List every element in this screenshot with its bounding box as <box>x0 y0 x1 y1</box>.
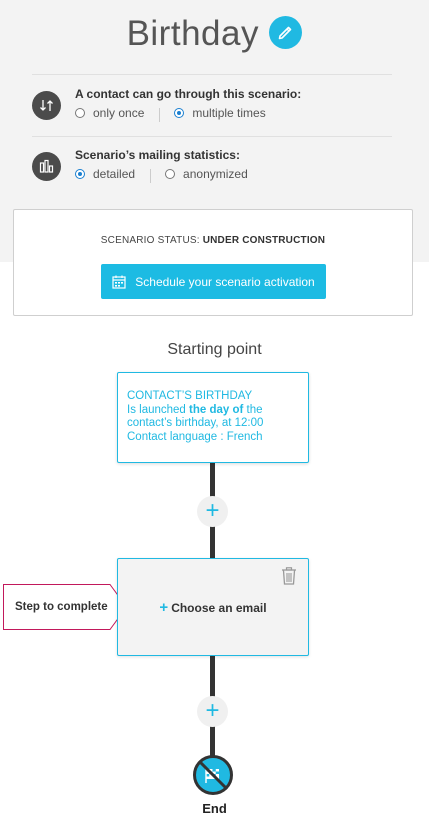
divider <box>159 107 161 122</box>
calendar-icon <box>112 275 126 289</box>
passage-option: A contact can go through this scenario: … <box>32 85 402 129</box>
radio-multiple-times[interactable]: multiple times <box>174 106 266 120</box>
trigger-card[interactable]: CONTACT’S BIRTHDAY Is launched the day o… <box>117 372 309 463</box>
end-label: End <box>202 801 227 816</box>
scenario-status: SCENARIO STATUS: UNDER CONSTRUCTION <box>14 235 412 246</box>
radio-label: multiple times <box>192 106 266 120</box>
choose-email-button[interactable]: + Choose an email <box>118 599 308 616</box>
statistics-radio-group: detailed anonymized <box>75 167 248 183</box>
status-value: UNDER CONSTRUCTION <box>202 235 326 246</box>
trigger-line-1: Is launched the day of the <box>127 403 263 416</box>
radio-label: anonymized <box>183 167 248 181</box>
status-prefix: SCENARIO STATUS: <box>100 235 200 246</box>
schedule-activation-button[interactable]: Schedule your scenario activation <box>101 264 326 299</box>
arrows-updown-icon <box>32 91 61 120</box>
pencil-icon <box>279 26 292 39</box>
plus-icon: + <box>159 599 169 616</box>
add-step-button[interactable]: + <box>197 496 228 527</box>
radio-dot <box>75 108 85 118</box>
radio-label: only once <box>93 106 145 120</box>
plus-icon: + <box>205 697 220 724</box>
radio-dot <box>165 169 176 179</box>
radio-only-once[interactable]: only once <box>75 106 144 120</box>
add-step-button[interactable]: + <box>197 696 228 727</box>
scenario-status-card: SCENARIO STATUS: UNDER CONSTRUCTION Sche… <box>13 209 413 316</box>
choose-email-label: Choose an email <box>171 601 267 615</box>
radio-detailed[interactable]: detailed <box>75 167 135 181</box>
starting-point-title: Starting point <box>167 341 262 358</box>
edit-title-button[interactable] <box>269 15 303 49</box>
radio-label: detailed <box>93 167 136 181</box>
divider <box>32 74 392 75</box>
divider <box>32 136 392 137</box>
end-node <box>193 755 233 795</box>
trigger-line-3: Contact language : French <box>127 430 263 443</box>
radio-dot-selected <box>75 169 85 179</box>
statistics-option: Scenario’s mailing statistics: detailed a… <box>32 146 402 190</box>
passage-radio-group: only once multiple times <box>75 106 266 122</box>
schedule-button-label: Schedule your scenario activation <box>135 274 315 289</box>
page-title: Birthday <box>126 14 259 53</box>
radio-dot-selected <box>174 108 185 118</box>
header: Birthday <box>0 14 429 54</box>
trash-icon[interactable] <box>281 567 297 590</box>
divider <box>150 168 152 183</box>
statistics-option-label: Scenario’s mailing statistics: <box>75 148 240 162</box>
trigger-line-2: contact’s birthday, at 12:00 <box>127 417 264 429</box>
step-callout-label: Step to complete <box>15 601 108 613</box>
plus-icon: + <box>205 497 220 524</box>
finish-flag-icon <box>197 759 229 791</box>
trigger-title: CONTACT’S BIRTHDAY <box>127 390 253 402</box>
passage-option-label: A contact can go through this scenario: <box>75 87 302 101</box>
bar-chart-icon <box>32 152 61 181</box>
email-step-card[interactable]: + Choose an email <box>117 558 309 656</box>
radio-anonymized[interactable]: anonymized <box>165 167 248 181</box>
